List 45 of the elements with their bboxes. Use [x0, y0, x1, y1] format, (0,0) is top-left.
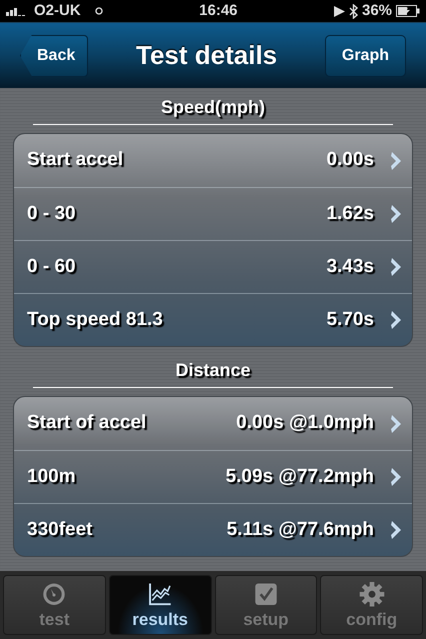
result-row[interactable]: Top speed 81.3 5.70s	[14, 293, 412, 346]
battery-icon	[396, 5, 420, 17]
chevron-icon	[390, 520, 402, 540]
row-label: Top speed 81.3	[27, 308, 164, 332]
row-value: 5.70s	[326, 308, 374, 332]
tab-item[interactable]: results	[108, 575, 212, 635]
row-label: Start of accel	[27, 411, 148, 436]
result-row[interactable]: 0 - 30 1.62s	[14, 187, 412, 240]
graph-button[interactable]: Graph	[324, 34, 406, 76]
chevron-icon	[390, 414, 402, 434]
row-value: 0.00s @1.0mph	[236, 411, 374, 436]
play-icon	[334, 6, 345, 16]
row-label: 0 - 60	[27, 254, 77, 279]
tab-label: results	[132, 608, 188, 630]
chevron-icon	[390, 467, 402, 487]
row-label: 0 - 30	[27, 202, 77, 226]
chevron-icon	[390, 204, 402, 224]
section-heading: Speed(mph)	[160, 96, 266, 119]
result-row[interactable]: Start of accel 0.00s @1.0mph	[14, 397, 412, 450]
chevron-icon	[390, 310, 402, 330]
back-button[interactable]: Back	[20, 34, 88, 76]
result-row[interactable]: Start accel 0.00s	[14, 134, 412, 187]
battery-percent: 36%	[362, 0, 392, 21]
row-label: 100m	[27, 464, 77, 489]
row-value: 5.11s @77.6mph	[226, 518, 374, 542]
clock-time: 16:46	[198, 0, 239, 21]
tab-label: test	[39, 608, 70, 630]
row-value: 0.00s	[326, 148, 374, 172]
activity-icon	[94, 7, 103, 15]
tab-label: setup	[243, 608, 289, 630]
row-label: Start accel	[27, 148, 124, 172]
row-value: 3.43s	[326, 254, 374, 279]
tab-label: config	[346, 608, 398, 631]
chevron-icon	[390, 150, 402, 170]
chevron-icon	[390, 257, 402, 277]
carrier-name: O2-UK	[34, 0, 81, 21]
screen-title: Test details	[136, 39, 278, 72]
result-row[interactable]: 330feet 5.11s @77.6mph	[14, 503, 412, 556]
result-row[interactable]: 100m 5.09s @77.2mph	[14, 450, 412, 503]
bluetooth-icon	[348, 4, 358, 18]
row-value: 1.62s	[326, 202, 374, 226]
row-value: 5.09s @77.2mph	[226, 464, 374, 489]
result-row[interactable]: 0 - 60 3.43s	[14, 240, 412, 293]
section-heading: Distance	[174, 359, 252, 382]
row-label: 330feet	[27, 518, 94, 542]
